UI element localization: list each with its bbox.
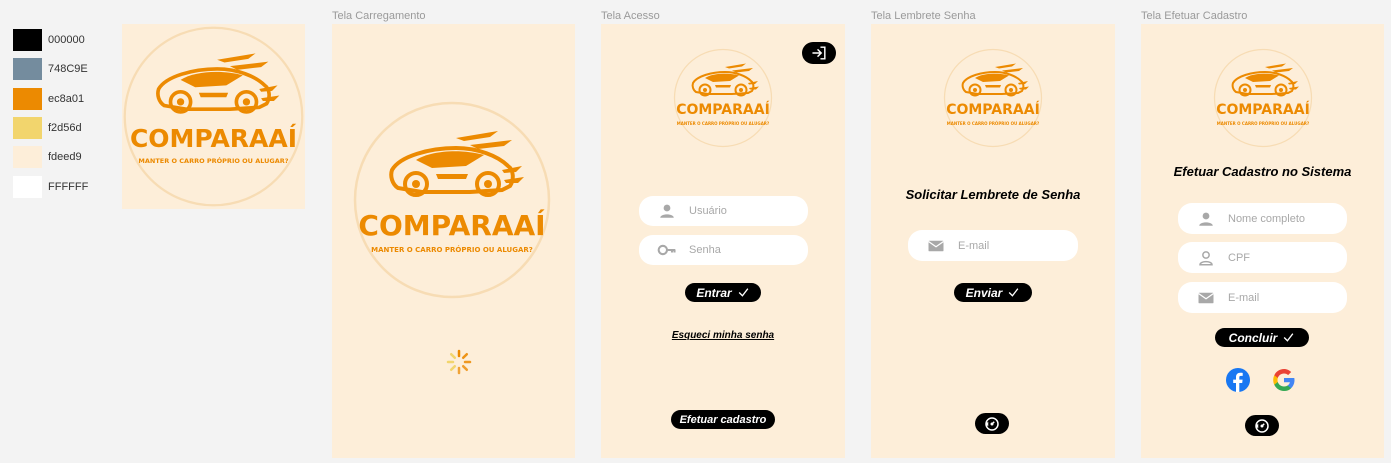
check-icon [737,286,750,299]
email-placeholder: E-mail [1228,291,1260,304]
signup-button[interactable]: Efetuar cadastro [671,410,775,429]
color-swatch [13,176,42,198]
logo-tagline: MANTER O CARRO PRÓPRIO OU ALUGAR? [676,121,770,126]
color-swatch-label: 000000 [48,34,85,46]
mail-icon [924,237,948,255]
frame-title-access: Tela Acesso [601,10,660,22]
email-placeholder: E-mail [958,239,990,252]
brand-logo: COMPARAAÍ MANTER O CARRO PRÓPRIO OU ALUG… [942,48,1044,148]
palette-swatch-row: 000000 [13,29,85,51]
google-icon[interactable] [1272,368,1296,392]
send-button-label: Enviar [965,285,1003,300]
logo-tagline: MANTER O CARRO PRÓPRIO OU ALUGAR? [371,246,533,254]
brand-logo: COMPARAAÍ MANTER O CARRO PRÓPRIO OU ALUG… [1212,48,1314,148]
color-swatch [13,58,42,80]
palette-swatch-row: fdeed9 [13,146,82,168]
logo-wordmark: COMPARAAÍ [946,102,1040,118]
mail-icon [1194,289,1218,307]
signup-heading: Efetuar Cadastro no Sistema [1173,164,1352,179]
back-icon [1253,417,1271,435]
frame-title-loading: Tela Carregamento [332,10,426,22]
reminder-email-input[interactable]: E-mail [908,230,1078,261]
check-icon [1007,286,1020,299]
color-swatch [13,146,42,168]
color-swatch-label: ec8a01 [48,93,85,105]
submit-button-label: Concluir [1228,330,1278,345]
logo-wordmark: COMPARAAÍ [129,124,298,153]
fullname-input[interactable]: Nome completo [1178,203,1347,234]
back-icon [983,415,1001,433]
forgot-password-link[interactable]: Esqueci minha senha [601,330,845,341]
palette-swatch-row: f2d56d [13,117,82,139]
facebook-icon[interactable] [1226,368,1250,392]
color-swatch-label: f2d56d [48,122,82,134]
frame-title-reminder: Tela Lembrete Senha [871,10,976,22]
logo-wordmark: COMPARAAÍ [358,209,546,242]
submit-button[interactable]: Concluir [1215,328,1309,347]
access-screen: COMPARAAÍ MANTER O CARRO PRÓPRIO OU ALUG… [601,24,845,458]
password-input[interactable]: Senha [639,235,808,265]
send-button[interactable]: Enviar [954,283,1032,302]
color-swatch [13,88,42,110]
user-icon [655,202,679,220]
logout-icon [812,46,826,60]
user-icon [1194,210,1218,228]
color-swatch-label: FFFFFF [48,181,89,193]
logout-button[interactable] [802,42,836,64]
check-icon [1282,331,1295,344]
reminder-heading: Solicitar Lembrete de Senha [905,187,1081,202]
back-button[interactable] [975,413,1009,434]
color-swatch-label: 748C9E [48,63,88,75]
loading-screen: COMPARAAÍ MANTER O CARRO PRÓPRIO OU ALUG… [332,24,575,458]
palette-swatch-row: 748C9E [13,58,88,80]
username-placeholder: Usuário [689,205,727,217]
brand-logo: COMPARAAÍ MANTER O CARRO PRÓPRIO OU ALUG… [350,100,554,300]
fullname-placeholder: Nome completo [1228,212,1306,225]
palette-swatch-row: ec8a01 [13,88,84,110]
signup-button-label: Efetuar cadastro [679,413,767,426]
frame-title-signup: Tela Efetuar Cadastro [1141,10,1248,22]
logo-wordmark: COMPARAAÍ [676,102,770,118]
loading-spinner-icon [446,349,472,375]
brand-logo: COMPARAAÍ MANTER O CARRO PRÓPRIO OU ALUG… [122,24,305,209]
cpf-input[interactable]: CPF [1178,242,1347,273]
color-swatch [13,29,42,51]
brand-logo: COMPARAAÍ MANTER O CARRO PRÓPRIO OU ALUG… [672,48,774,148]
logo-wordmark: COMPARAAÍ [1216,102,1310,118]
username-input[interactable]: Usuário [639,196,808,226]
key-icon [655,240,679,260]
cpf-placeholder: CPF [1228,251,1250,264]
user-outline-icon [1194,249,1218,267]
logo-tagline: MANTER O CARRO PRÓPRIO OU ALUGAR? [946,121,1040,126]
palette-swatch-row: FFFFFF [13,176,88,198]
signup-screen: COMPARAAÍ MANTER O CARRO PRÓPRIO OU ALUG… [1141,24,1384,458]
login-button-label: Entrar [696,285,732,300]
reminder-screen: COMPARAAÍ MANTER O CARRO PRÓPRIO OU ALUG… [871,24,1115,458]
logo-tagline: MANTER O CARRO PRÓPRIO OU ALUGAR? [138,157,289,165]
password-placeholder: Senha [689,244,721,256]
logo-card: COMPARAAÍ MANTER O CARRO PRÓPRIO OU ALUG… [122,24,305,209]
signup-email-input[interactable]: E-mail [1178,282,1347,313]
login-button[interactable]: Entrar [685,283,761,302]
color-swatch [13,117,42,139]
color-swatch-label: fdeed9 [48,151,82,163]
logo-tagline: MANTER O CARRO PRÓPRIO OU ALUGAR? [1216,121,1310,126]
back-button[interactable] [1245,415,1279,436]
